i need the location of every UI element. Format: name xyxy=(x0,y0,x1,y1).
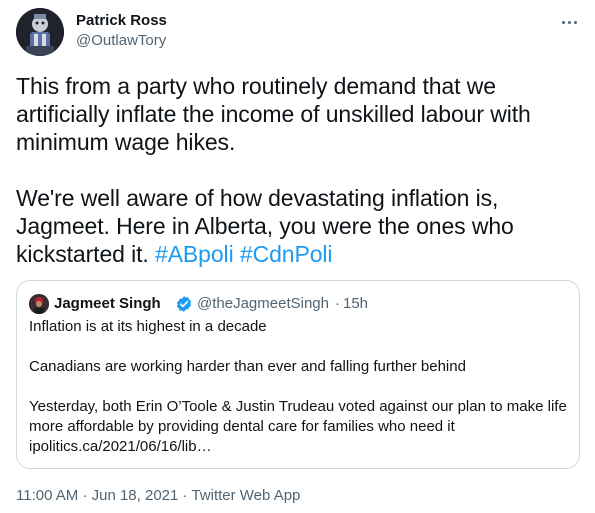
tweet-header: Patrick Ross @OutlawTory xyxy=(16,8,583,58)
author-avatar[interactable] xyxy=(16,8,64,56)
tweet-meta: 11:00 AM · Jun 18, 2021 · Twitter Web Ap… xyxy=(16,486,300,506)
author-display-name[interactable]: Patrick Ross xyxy=(76,11,167,31)
quoted-tweet-card[interactable]: Jagmeet Singh @theJagmeetSingh · 15h Inf… xyxy=(16,280,580,469)
tweet-source[interactable]: Twitter Web App xyxy=(191,487,300,504)
quoted-author-display-name[interactable]: Jagmeet Singh xyxy=(54,294,161,314)
quoted-author-handle[interactable]: @theJagmeetSingh xyxy=(197,294,329,314)
tweet-text: This from a party who routinely demand t… xyxy=(16,72,576,268)
quoted-tweet-text: Inflation is at its highest in a decade … xyxy=(29,317,569,457)
quoted-author-avatar[interactable] xyxy=(29,294,49,314)
hashtag-link[interactable]: #CdnPoli xyxy=(240,241,333,267)
tweet-paragraph-2: We're well aware of how devastating infl… xyxy=(16,184,576,268)
author-avatar-image xyxy=(16,8,64,56)
separator-dot: · xyxy=(182,487,188,504)
author-handle[interactable]: @OutlawTory xyxy=(76,31,167,51)
more-icon[interactable] xyxy=(559,12,581,32)
separator-dot: · xyxy=(82,487,88,504)
quoted-tweet-line: Canadians are working harder than ever a… xyxy=(29,358,466,375)
hashtag-link[interactable]: #ABpoli xyxy=(155,241,234,267)
verified-badge-icon xyxy=(176,296,192,312)
quoted-tweet-line: Inflation is at its highest in a decade xyxy=(29,318,267,335)
tweet-paragraph-1: This from a party who routinely demand t… xyxy=(16,73,531,155)
author-names: Patrick Ross @OutlawTory xyxy=(76,11,167,51)
separator-dot: · xyxy=(335,295,340,312)
quoted-author-avatar-image xyxy=(29,294,49,314)
quoted-tweet-time[interactable]: 15h xyxy=(343,294,368,314)
quoted-tweet-line: Yesterday, both Erin O’Toole & Justin Tr… xyxy=(29,398,567,455)
tweet-date[interactable]: Jun 18, 2021 xyxy=(92,487,179,504)
tweet-time[interactable]: 11:00 AM xyxy=(16,487,78,504)
